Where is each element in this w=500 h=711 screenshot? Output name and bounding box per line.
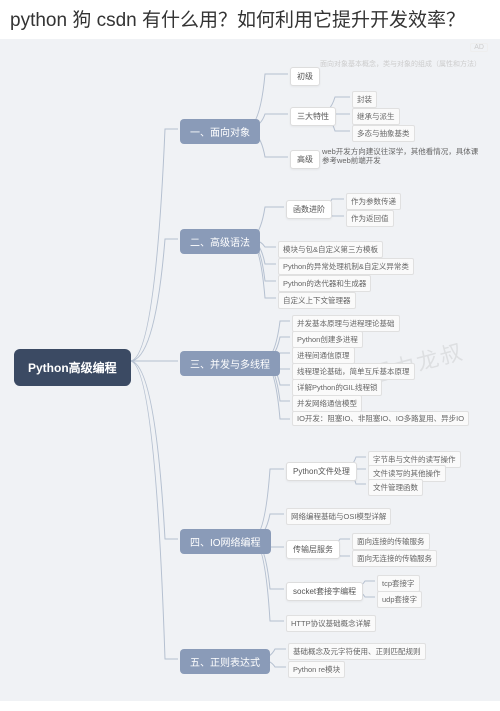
- leaf-context: 自定义上下文管理器: [278, 292, 356, 309]
- leaf-http: HTTP协议基础概念详解: [286, 615, 376, 632]
- leaf-except: Python的异常处理机制&自定义异常类: [278, 258, 414, 275]
- leaf-return: 作为返回值: [346, 210, 394, 227]
- sub-file: Python文件处理: [286, 462, 357, 481]
- sub-adv: 高级: [290, 150, 320, 169]
- sub-socket: socket套接字编程: [286, 582, 363, 601]
- mindmap-diagram: AD 思想力龙叔 Python高级编程 一、面向对象 初级 面向对象基本概念，类…: [0, 39, 500, 701]
- leaf-c4: 线程理论基础，简单互斥基本原理: [292, 363, 415, 380]
- leaf-module: 模块与包&自定义第三方模板: [278, 241, 383, 258]
- leaf-r1: 基础概念及元字符使用、正则匹配规则: [288, 643, 426, 660]
- leaf-f3: 文件管理函数: [368, 479, 423, 496]
- leaf-poly: 多态与抽象基类: [352, 125, 415, 142]
- leaf-c2: Python创建多进程: [292, 331, 363, 348]
- branch-oop: 一、面向对象: [180, 119, 260, 144]
- leaf-tcp: tcp套接字: [377, 575, 420, 592]
- leaf-t2: 面向无连接的传输服务: [352, 550, 437, 567]
- leaf-c7: IO开发：阻塞IO、非阻塞IO、IO多路复用、异步IO: [292, 411, 469, 426]
- leaf-c3: 进程间通信原理: [292, 347, 355, 364]
- leaf-web: web开发方向建议往深学，其他看情况，具体课参考web前端开发: [318, 145, 483, 167]
- leaf-c6: 并发网络通信模型: [292, 395, 362, 412]
- branch-regex: 五、正则表达式: [180, 649, 270, 674]
- leaf-osi: 网络编程基础与OSI模型详解: [286, 508, 391, 525]
- leaf-udp: udp套接字: [377, 591, 422, 608]
- sub-func: 函数进阶: [286, 200, 332, 219]
- branch-concurrent: 三、并发与多线程: [180, 351, 280, 376]
- sub-three: 三大特性: [290, 107, 336, 126]
- sub-trans: 传输层服务: [286, 540, 340, 559]
- leaf-param: 作为参数传递: [346, 193, 401, 210]
- leaf-c1: 并发基本原理与进程理论基础: [292, 315, 400, 332]
- leaf-faint: 面向对象基本概念，类与对象的组成（属性和方法）: [316, 57, 485, 71]
- branch-syntax: 二、高级语法: [180, 229, 260, 254]
- leaf-c5: 详解Python的GIL线程锁: [292, 379, 382, 396]
- leaf-r2: Python re模块: [288, 661, 345, 678]
- root-node: Python高级编程: [14, 349, 131, 386]
- page-title: python 狗 csdn 有什么用？如何利用它提升开发效率？: [0, 0, 500, 39]
- leaf-inh: 继承与派生: [352, 108, 400, 125]
- leaf-t1: 面向连接的传输服务: [352, 533, 430, 550]
- leaf-enc: 封装: [352, 91, 377, 108]
- ad-badge: AD: [470, 43, 488, 52]
- branch-io: 四、IO网络编程: [180, 529, 271, 554]
- leaf-iter: Python的迭代器和生成器: [278, 275, 371, 292]
